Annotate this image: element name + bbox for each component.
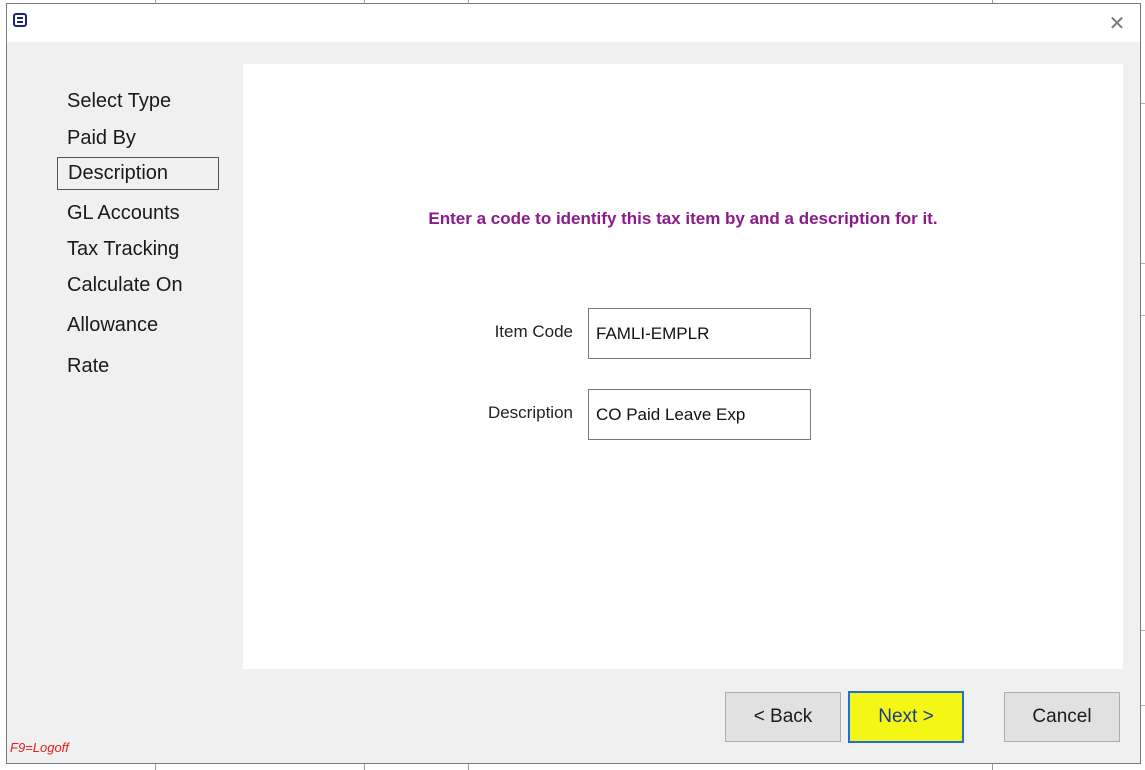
background-divider bbox=[1141, 315, 1145, 316]
step-calculate-on: Calculate On bbox=[67, 274, 183, 296]
cancel-button[interactable]: Cancel bbox=[1004, 692, 1120, 742]
item-code-input[interactable] bbox=[588, 308, 811, 359]
screen: ✕ Select Type Paid By Description GL Acc… bbox=[0, 0, 1145, 770]
background-divider bbox=[1141, 705, 1145, 706]
instruction-text: Enter a code to identify this tax item b… bbox=[428, 209, 938, 228]
background-divider bbox=[1141, 263, 1145, 264]
background-divider bbox=[468, 764, 469, 770]
item-code-label: Item Code bbox=[494, 322, 573, 341]
back-button[interactable]: < Back bbox=[725, 692, 841, 742]
background-divider bbox=[1141, 103, 1145, 104]
background-divider bbox=[1141, 630, 1145, 631]
step-description: Description bbox=[57, 157, 219, 190]
step-rate: Rate bbox=[67, 355, 110, 377]
title-bar: ✕ bbox=[7, 4, 1140, 42]
background-divider bbox=[155, 764, 156, 770]
description-label: Description bbox=[487, 403, 573, 422]
logoff-hint: F9=Logoff bbox=[10, 740, 69, 755]
step-select-type: Select Type bbox=[67, 90, 172, 112]
step-paid-by: Paid By bbox=[67, 127, 136, 149]
next-button[interactable]: Next > bbox=[848, 691, 964, 743]
description-input[interactable] bbox=[588, 389, 811, 440]
step-tax-tracking: Tax Tracking bbox=[67, 238, 180, 260]
tax-item-wizard-dialog: ✕ Select Type Paid By Description GL Acc… bbox=[6, 3, 1141, 764]
step-allowance: Allowance bbox=[67, 314, 159, 336]
step-gl-accounts: GL Accounts bbox=[67, 202, 180, 224]
background-divider bbox=[364, 764, 365, 770]
background-divider bbox=[992, 764, 993, 770]
close-icon[interactable]: ✕ bbox=[1100, 8, 1134, 38]
content-panel: Enter a code to identify this tax item b… bbox=[243, 64, 1123, 669]
app-logo-icon bbox=[13, 13, 27, 27]
